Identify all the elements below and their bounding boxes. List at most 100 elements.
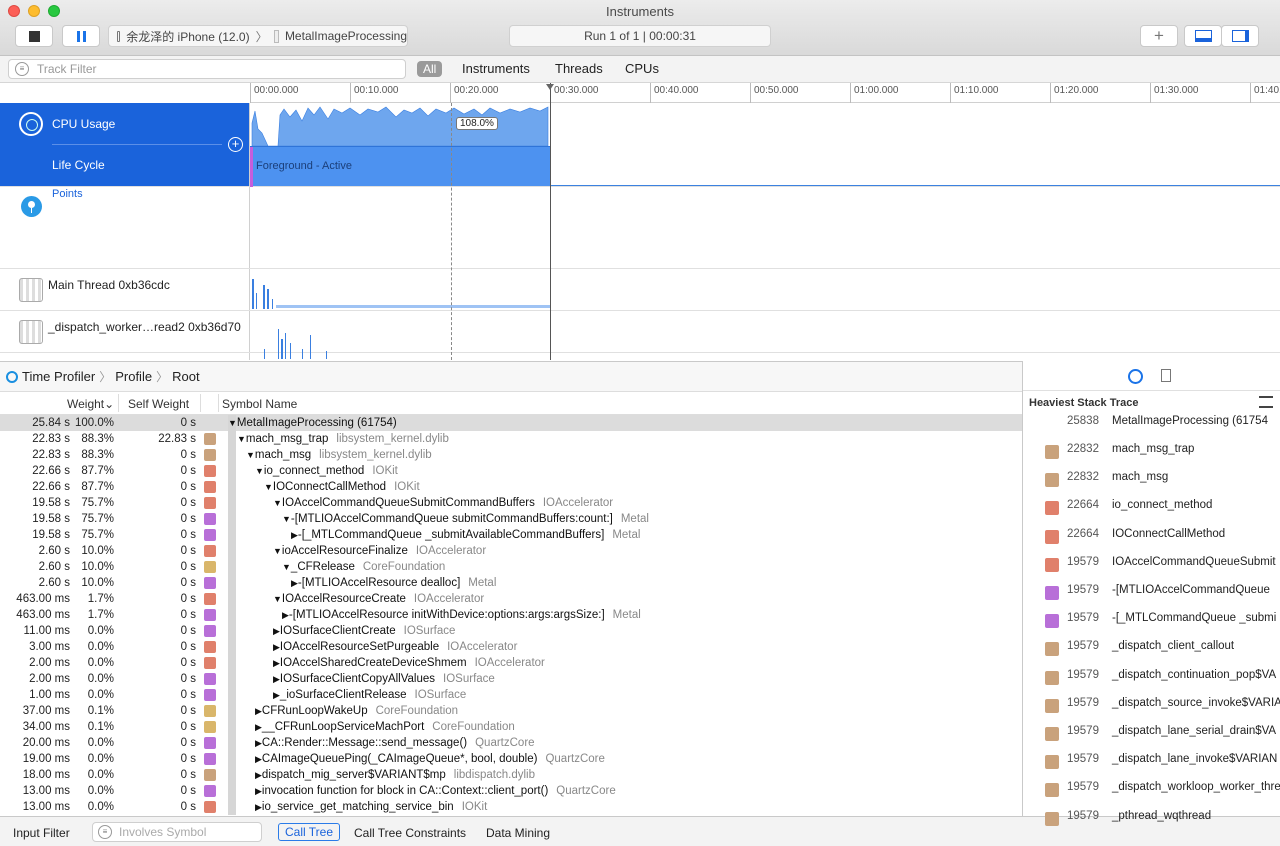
symbol-cell[interactable]: ▼mach_msg libsystem_kernel.dylib: [246, 447, 432, 463]
table-row[interactable]: 2.00 ms 0.0% 0 s ▶IOAccelSharedCreateDevice…: [0, 655, 1022, 671]
stack-frame-row[interactable]: 19579 _dispatch_source_invoke$VARIA: [1023, 697, 1280, 713]
symbol-cell[interactable]: ▶_ioSurfaceClientRelease IOSurface: [273, 687, 466, 703]
stack-frame-row[interactable]: 19579 _dispatch_continuation_pop$VA: [1023, 669, 1280, 685]
table-row[interactable]: 37.00 ms 0.1% 0 s ▶CFRunLoopWakeUp CoreFound…: [0, 703, 1022, 719]
symbol-column-header[interactable]: Symbol Name: [222, 397, 297, 411]
filter-tab-all[interactable]: All: [417, 61, 443, 77]
table-row[interactable]: 25.84 s 100.0% 0 s ▼MetalImageProcessing (6…: [0, 415, 1022, 431]
disclosure-closed-icon[interactable]: ▶: [273, 690, 280, 700]
self-weight-column-header[interactable]: Self Weight: [128, 397, 189, 411]
symbol-cell[interactable]: ▶invocation function for block in CA::Co…: [255, 783, 616, 799]
disclosure-open-icon[interactable]: ▼: [228, 418, 237, 428]
table-row[interactable]: 2.60 s 10.0% 0 s ▶-[MTLIOAccelResource deal…: [0, 575, 1022, 591]
disclosure-closed-icon[interactable]: ▶: [255, 802, 262, 812]
disclosure-closed-icon[interactable]: ▶: [255, 770, 262, 780]
data-mining-tab[interactable]: Data Mining: [486, 826, 550, 840]
symbol-cell[interactable]: ▶dispatch_mig_server$VARIANT$mp libdispat…: [255, 767, 535, 783]
disclosure-open-icon[interactable]: ▼: [273, 546, 282, 556]
symbol-cell[interactable]: ▼ioAccelResourceFinalize IOAccelerator: [273, 543, 486, 559]
stack-frame-row[interactable]: 19579 _pthread_wqthread: [1023, 810, 1280, 826]
symbol-cell[interactable]: ▶IOSurfaceClientCopyAllValues IOSurface: [273, 671, 495, 687]
symbol-cell[interactable]: ▼IOAccelCommandQueueSubmitCommandBuffers…: [273, 495, 613, 511]
symbol-cell[interactable]: ▶CAImageQueuePing(_CAImageQueue*, bool, …: [255, 751, 605, 767]
symbol-cell[interactable]: ▼-[MTLIOAccelCommandQueue submitCommandB…: [282, 511, 649, 527]
disclosure-open-icon[interactable]: ▼: [282, 562, 291, 572]
stack-filter-icon[interactable]: [1259, 396, 1273, 408]
table-row[interactable]: 34.00 ms 0.1% 0 s ▶__CFRunLoopServiceMachPo…: [0, 719, 1022, 735]
breadcrumb-item[interactable]: Profile: [115, 369, 152, 384]
disclosure-closed-icon[interactable]: ▶: [291, 578, 298, 588]
pause-button[interactable]: [62, 25, 100, 47]
disclosure-open-icon[interactable]: ▼: [237, 434, 246, 444]
playhead[interactable]: [550, 83, 551, 360]
target-selector[interactable]: 余龙泽的 iPhone (12.0) 〉 MetalImageProcessin…: [108, 25, 408, 47]
breadcrumb-item[interactable]: Root: [172, 369, 199, 384]
disclosure-closed-icon[interactable]: ▶: [273, 642, 280, 652]
track-filter-input[interactable]: ≡ Track Filter: [8, 59, 406, 79]
stack-frame-row[interactable]: 22664 io_connect_method: [1023, 499, 1280, 516]
table-row[interactable]: 11.00 ms 0.0% 0 s ▶IOSurfaceClientCreate IOS…: [0, 623, 1022, 639]
call-tree-tab[interactable]: Call Tree: [278, 823, 341, 841]
disclosure-open-icon[interactable]: ▼: [246, 450, 255, 460]
symbol-cell[interactable]: ▼_CFRelease CoreFoundation: [282, 559, 445, 575]
symbol-cell[interactable]: ▶-[MTLIOAccelResource dealloc] Metal: [291, 575, 496, 591]
symbol-cell[interactable]: ▶-[MTLIOAccelResource initWithDevice:opt…: [282, 607, 641, 623]
symbol-cell[interactable]: ▶CA::Render::Message::send_message() Quar…: [255, 735, 535, 751]
table-row[interactable]: 19.58 s 75.7% 0 s ▶-[_MTLCommandQueue _subm…: [0, 527, 1022, 543]
call-tree[interactable]: 25.84 s 100.0% 0 s ▼MetalImageProcessing (6…: [0, 415, 1022, 815]
extended-detail-icon[interactable]: [1128, 369, 1143, 384]
symbol-cell[interactable]: ▶io_service_get_matching_service_bin IOKi…: [255, 799, 487, 815]
table-row[interactable]: 3.00 ms 0.0% 0 s ▶IOAccelResourceSetPurgeab…: [0, 639, 1022, 655]
stack-frame-row[interactable]: 22832 mach_msg: [1023, 471, 1280, 488]
toggle-inspector-button[interactable]: [1221, 25, 1259, 47]
worker-thread-label[interactable]: _dispatch_worker…read2 0xb36d70: [48, 320, 241, 334]
table-row[interactable]: 463.00 ms 1.7% 0 s ▼IOAccelResourceCreate IO…: [0, 591, 1022, 607]
symbol-cell[interactable]: ▶IOSurfaceClientCreate IOSurface: [273, 623, 455, 639]
stack-frame-row[interactable]: 22664 IOConnectCallMethod: [1023, 528, 1280, 544]
table-row[interactable]: 2.60 s 10.0% 0 s ▼ioAccelResourceFinalize IO…: [0, 543, 1022, 559]
disclosure-closed-icon[interactable]: ▶: [273, 626, 280, 636]
breadcrumb-item[interactable]: Time Profiler: [22, 369, 95, 384]
document-icon[interactable]: [1161, 369, 1171, 382]
table-row[interactable]: 19.58 s 75.7% 0 s ▼-[MTLIOAccelCommandQueue…: [0, 511, 1022, 527]
disclosure-closed-icon[interactable]: ▶: [255, 722, 262, 732]
table-row[interactable]: 18.00 ms 0.0% 0 s ▶dispatch_mig_server$VARI…: [0, 767, 1022, 783]
disclosure-closed-icon[interactable]: ▶: [255, 786, 262, 796]
stack-frame-row[interactable]: 22832 mach_msg_trap: [1023, 443, 1280, 459]
call-tree-constraints-tab[interactable]: Call Tree Constraints: [354, 826, 466, 840]
disclosure-closed-icon[interactable]: ▶: [291, 530, 298, 540]
stop-button[interactable]: [15, 25, 53, 47]
filter-tab-instruments[interactable]: Instruments: [462, 61, 530, 76]
stack-header-row[interactable]: 25838 MetalImageProcessing (61754: [1023, 415, 1280, 431]
stack-frame-row[interactable]: 19579 _dispatch_lane_invoke$VARIAN: [1023, 753, 1280, 770]
stack-frame-row[interactable]: 19579 _dispatch_client_callout: [1023, 640, 1280, 657]
disclosure-closed-icon[interactable]: ▶: [273, 658, 280, 668]
table-row[interactable]: 13.00 ms 0.0% 0 s ▶io_service_get_matching_…: [0, 799, 1022, 815]
disclosure-closed-icon[interactable]: ▶: [255, 706, 262, 716]
toggle-detail-button[interactable]: [1184, 25, 1222, 47]
expand-plus-icon[interactable]: +: [228, 137, 243, 152]
disclosure-closed-icon[interactable]: ▶: [273, 674, 280, 684]
table-row[interactable]: 2.00 ms 0.0% 0 s ▶IOSurfaceClientCopyAllVal…: [0, 671, 1022, 687]
stack-frame-row[interactable]: 19579 _dispatch_workloop_worker_thre: [1023, 781, 1280, 798]
symbol-cell[interactable]: ▼mach_msg_trap libsystem_kernel.dylib: [237, 431, 449, 447]
table-row[interactable]: 22.83 s 88.3% 0 s ▼mach_msg libsystem_kernel…: [0, 447, 1022, 463]
symbol-cell[interactable]: ▼IOConnectCallMethod IOKit: [264, 479, 420, 495]
disclosure-open-icon[interactable]: ▼: [255, 466, 264, 476]
disclosure-closed-icon[interactable]: ▶: [282, 610, 289, 620]
playhead-handle-icon[interactable]: [546, 84, 554, 90]
disclosure-closed-icon[interactable]: ▶: [255, 738, 262, 748]
disclosure-open-icon[interactable]: ▼: [282, 514, 291, 524]
filter-tab-threads[interactable]: Threads: [555, 61, 603, 76]
table-row[interactable]: 2.60 s 10.0% 0 s ▼_CFRelease CoreFoundation: [0, 559, 1022, 575]
stack-frame-row[interactable]: 19579 -[MTLIOAccelCommandQueue: [1023, 584, 1280, 600]
symbol-cell[interactable]: ▶__CFRunLoopServiceMachPort CoreFoundatio…: [255, 719, 515, 735]
stack-frame-row[interactable]: 19579 -[_MTLCommandQueue _submi: [1023, 612, 1280, 629]
filter-tab-cpus[interactable]: CPUs: [625, 61, 659, 76]
timeline-tracks[interactable]: 108.0% Foreground - Active: [250, 83, 1280, 360]
symbol-cell[interactable]: ▶-[_MTLCommandQueue _submitAvailableComm…: [291, 527, 640, 543]
symbol-cell[interactable]: ▶IOAccelResourceSetPurgeable IOAccelerato…: [273, 639, 517, 655]
disclosure-open-icon[interactable]: ▼: [273, 498, 282, 508]
stack-frame-row[interactable]: 19579 IOAccelCommandQueueSubmit: [1023, 556, 1280, 572]
cpu-usage-track-header[interactable]: CPU Usage Life Cycle +: [0, 103, 249, 186]
